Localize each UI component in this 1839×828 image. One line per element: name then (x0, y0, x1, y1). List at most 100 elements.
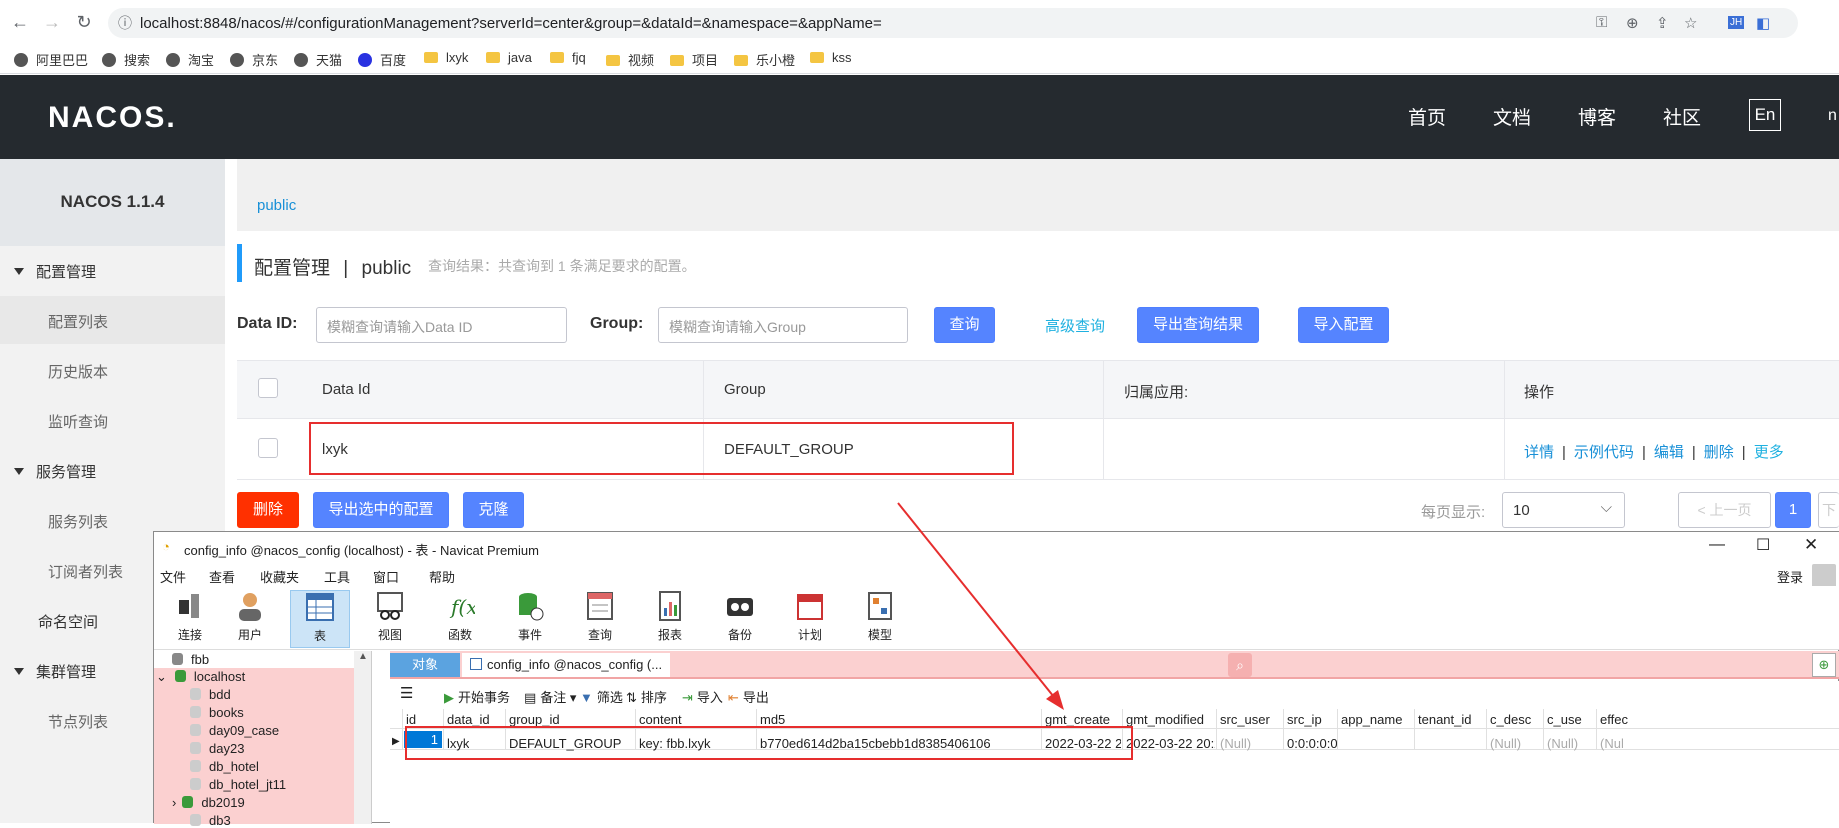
tool-schedule[interactable]: 计划 (780, 590, 840, 648)
sidebar-group-service[interactable]: 服务管理 (14, 461, 96, 482)
import-button[interactable]: ⇥ 导入 (682, 687, 723, 706)
sidebar-item-subscribers[interactable]: 订阅者列表 (48, 561, 123, 582)
tool-view[interactable]: 视图 (360, 590, 420, 648)
col-tenant-id[interactable]: tenant_id (1418, 712, 1472, 727)
tree-db-item[interactable]: db_hotel_jt11 (190, 777, 286, 792)
delete-link[interactable]: 删除 (1704, 444, 1734, 461)
tree-db-item[interactable]: db_hotel (190, 759, 259, 774)
begin-transaction-button[interactable]: ▶ 开始事务 (444, 687, 510, 706)
col-app-name[interactable]: app_name (1341, 712, 1402, 727)
cell-src-ip[interactable]: 0:0:0:0:0:0: (1287, 736, 1337, 751)
prev-page-button[interactable]: < 上一页 (1678, 492, 1771, 528)
nav-docs[interactable]: 文档 (1493, 103, 1531, 130)
nav-home[interactable]: 首页 (1408, 103, 1446, 130)
page-size-select[interactable]: 10 ⌵ (1502, 492, 1625, 528)
bookmark-folder[interactable]: kss (810, 50, 852, 65)
nav-community[interactable]: 社区 (1663, 103, 1701, 130)
dataid-input[interactable]: 模糊查询请输入Data ID (316, 307, 567, 343)
next-page-button[interactable]: 下 (1818, 492, 1839, 528)
export-selected-button[interactable]: 导出选中的配置 (313, 492, 449, 528)
new-tab-icon[interactable]: ⊕ (1812, 653, 1836, 677)
tree-db-item[interactable]: bdd (190, 687, 231, 702)
col-effect[interactable]: effec (1600, 712, 1628, 727)
zoom-icon[interactable]: ⊕ (1626, 14, 1639, 32)
extension-jh-icon[interactable]: JH (1728, 16, 1745, 29)
info-icon[interactable]: ⓘ (118, 13, 132, 33)
cell-src-user[interactable]: (Null) (1220, 736, 1251, 751)
translate-icon[interactable]: ◧ (1756, 14, 1770, 32)
row-checkbox[interactable] (258, 438, 278, 458)
bookmark-item[interactable]: 京东 (230, 50, 278, 69)
page-1-button[interactable]: 1 (1775, 492, 1811, 528)
tool-report[interactable]: 报表 (640, 590, 700, 648)
menu-view[interactable]: 查看 (209, 567, 235, 586)
select-all-checkbox[interactable] (258, 378, 278, 398)
tree-db-item[interactable]: db3 (190, 813, 231, 828)
user-menu[interactable]: n (1828, 107, 1837, 125)
col-src-ip[interactable]: src_ip (1287, 712, 1322, 727)
col-c-desc[interactable]: c_desc (1490, 712, 1531, 727)
col-group-id[interactable]: group_id (509, 712, 560, 727)
bookmark-folder[interactable]: lxyk (424, 50, 468, 65)
tab-objects[interactable]: 对象 (390, 653, 460, 677)
sidebar-item-config-list[interactable]: 配置列表 (48, 311, 108, 332)
query-button[interactable]: 查询 (934, 307, 995, 343)
export-result-button[interactable]: 导出查询结果 (1137, 307, 1259, 343)
sidebar-item-listener[interactable]: 监听查询 (48, 411, 108, 432)
tool-event[interactable]: 事件 (500, 590, 560, 648)
edit-link[interactable]: 编辑 (1654, 444, 1684, 461)
sidebar-item-history[interactable]: 历史版本 (48, 361, 108, 382)
tab-config-info[interactable]: config_info @nacos_config (... (462, 653, 671, 677)
more-link[interactable]: 更多 (1754, 444, 1784, 461)
minimize-icon[interactable]: — (1709, 536, 1725, 554)
sample-code-link[interactable]: 示例代码 (1574, 444, 1634, 461)
col-gmt-modified[interactable]: gmt_modified (1126, 712, 1204, 727)
tool-user[interactable]: 用户 (220, 590, 280, 648)
bookmark-folder[interactable]: 视频 (606, 50, 654, 69)
bookmark-folder[interactable]: 项目 (670, 50, 718, 69)
menu-favorites[interactable]: 收藏夹 (260, 567, 299, 586)
back-icon[interactable]: ← (8, 10, 32, 34)
clone-button[interactable]: 克隆 (463, 492, 524, 528)
close-icon[interactable]: ✕ (1804, 535, 1818, 555)
bookmark-folder[interactable]: 乐小橙 (734, 50, 795, 69)
col-content[interactable]: content (639, 712, 682, 727)
forward-icon[interactable]: → (40, 10, 64, 34)
cell-effect[interactable]: (Nul (1600, 736, 1630, 751)
avatar[interactable] (1812, 564, 1836, 588)
col-src-user[interactable]: src_user (1220, 712, 1270, 727)
menu-tools[interactable]: 工具 (324, 567, 350, 586)
nav-blog[interactable]: 博客 (1578, 103, 1616, 130)
tool-table[interactable]: 表 (290, 590, 350, 648)
sort-button[interactable]: ⇅ 排序 (626, 687, 667, 706)
tool-connect[interactable]: 连接 (160, 590, 220, 648)
tree-db-item[interactable]: books (190, 705, 244, 720)
cell-gmt-modified[interactable]: 2022-03-22 20:23:1 (1126, 736, 1215, 751)
sidebar-item-namespace[interactable]: 命名空间 (38, 611, 98, 632)
bookmark-item[interactable]: 搜索 (102, 50, 150, 69)
delete-button[interactable]: 删除 (237, 492, 299, 528)
sidebar-item-service-list[interactable]: 服务列表 (48, 511, 108, 532)
scroll-up-icon[interactable]: ▲ (358, 651, 368, 662)
namespace-public-tab[interactable]: public (257, 197, 296, 214)
key-icon[interactable]: ⚿ (1596, 14, 1607, 31)
bookmark-item[interactable]: 阿里巴巴 (14, 50, 88, 69)
cell-c-use[interactable]: (Null) (1547, 736, 1578, 751)
tool-function[interactable]: f(x)函数 (430, 590, 490, 648)
tool-backup[interactable]: 备份 (710, 590, 770, 648)
tree-db-item[interactable]: day09_case (190, 723, 279, 738)
menu-icon[interactable]: ☰ (400, 684, 413, 702)
tool-model[interactable]: 模型 (850, 590, 910, 648)
detail-link[interactable]: 详情 (1524, 444, 1554, 461)
menu-file[interactable]: 文件 (160, 567, 186, 586)
tree-connection-localhost[interactable]: ⌄ localhost (156, 669, 245, 685)
login-link[interactable]: 登录 (1777, 567, 1803, 586)
share-icon[interactable]: ⇪ (1656, 14, 1669, 32)
tree-item[interactable]: fbb (172, 652, 209, 667)
col-id[interactable]: id (406, 712, 416, 727)
col-gmt-create[interactable]: gmt_create (1045, 712, 1110, 727)
group-input[interactable]: 模糊查询请输入Group (658, 307, 908, 343)
bookmark-item[interactable]: 淘宝 (166, 50, 214, 69)
advanced-query-link[interactable]: 高级查询 (1045, 315, 1105, 336)
col-c-use[interactable]: c_use (1547, 712, 1582, 727)
